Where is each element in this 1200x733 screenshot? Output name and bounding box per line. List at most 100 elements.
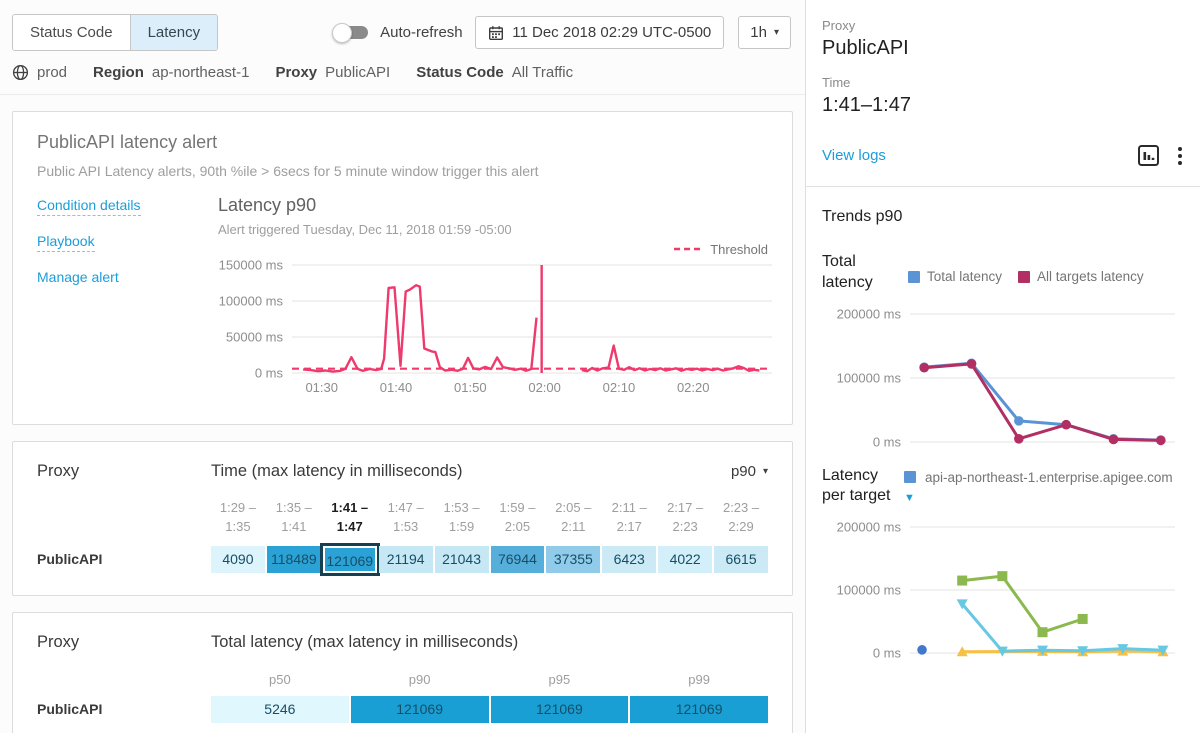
manage-alert-link[interactable]: Manage alert [37, 269, 119, 285]
proxy-label: Proxy [275, 64, 317, 81]
status-value: All Traffic [512, 64, 573, 81]
bar-chart-icon[interactable] [1137, 144, 1160, 167]
percentile-value: p90 [731, 463, 756, 480]
time-latency-cell[interactable]: 4022 [658, 546, 712, 573]
latency-per-target-label: Latency per target [822, 466, 904, 508]
time-latency-cell[interactable]: 37355 [546, 546, 600, 573]
breadcrumb-proxy: Proxy PublicAPI [275, 64, 390, 81]
trend-legend: Total latencyAll targets latency [904, 252, 1184, 294]
percentile-dropdown[interactable]: p90 ▾ [731, 463, 768, 480]
time-latency-cell[interactable]: 6615 [714, 546, 768, 573]
date-range-button[interactable]: 11 Dec 2018 02:29 UTC-0500 [475, 16, 724, 49]
time-latency-cell[interactable]: 118489 [267, 546, 321, 573]
latency-table-cells: 5246121069121069121069 [211, 696, 768, 723]
svg-text:150000 ms: 150000 ms [219, 258, 284, 273]
breadcrumb-env: prod [12, 64, 67, 81]
svg-text:01:30: 01:30 [305, 380, 338, 395]
time-column-header: 2:23 –2:29 [714, 499, 768, 537]
chevron-down-icon: ▾ [763, 467, 768, 477]
latency-table-title: Total latency (max latency in millisecon… [211, 633, 768, 652]
time-latency-cell[interactable]: 21194 [379, 546, 433, 573]
side-proxy-label: Proxy [822, 18, 1184, 33]
side-time-label: Time [822, 75, 1184, 90]
calendar-icon [488, 25, 504, 41]
percentile-latency-cell[interactable]: 121069 [351, 696, 489, 723]
interval-dropdown[interactable]: 1h ▾ [738, 16, 791, 49]
threshold-legend: Threshold [218, 241, 768, 257]
alert-chart-area: Latency p90 Alert triggered Tuesday, Dec… [218, 195, 768, 404]
latency-table-columns: p50p90p95p99 [211, 652, 768, 696]
time-column-header: 1:35 –1:41 [267, 499, 321, 537]
latency-p90-chart: 0 ms 50000 ms 100000 ms 150000 ms 01:30 01:40… [218, 257, 778, 399]
metric-tabgroup: Status Code Latency [12, 14, 218, 51]
time-table-row-label: PublicAPI [37, 551, 211, 567]
time-column-header: 2:11 –2:17 [602, 499, 656, 537]
svg-text:100000 ms: 100000 ms [837, 583, 902, 598]
main-area: Status Code Latency Auto-refresh 11 Dec … [0, 0, 805, 733]
auto-refresh-toggle[interactable] [336, 26, 368, 39]
time-column-header: 1:29 –1:35 [211, 499, 265, 537]
alert-chart-title: Latency p90 [218, 195, 768, 216]
svg-text:02:10: 02:10 [603, 380, 636, 395]
playbook-link[interactable]: Playbook [37, 233, 95, 252]
time-table-card: Proxy Time (max latency in milliseconds)… [12, 441, 793, 596]
tab-latency[interactable]: Latency [130, 15, 218, 50]
topbar: Status Code Latency Auto-refresh 11 Dec … [0, 0, 805, 51]
svg-text:0 ms: 0 ms [255, 366, 284, 381]
svg-text:01:50: 01:50 [454, 380, 487, 395]
globe-icon [12, 64, 29, 81]
svg-text:200000 ms: 200000 ms [837, 520, 902, 535]
total-latency-card: Proxy Total latency (max latency in mill… [12, 612, 793, 733]
time-table-title: Time (max latency in milliseconds) [211, 462, 731, 481]
alert-card: PublicAPI latency alert Public API Laten… [12, 111, 793, 425]
trends-title: Trends p90 [822, 208, 1184, 226]
time-latency-cell[interactable]: 21043 [435, 546, 489, 573]
time-latency-cell[interactable]: 4090 [211, 546, 265, 573]
interval-value: 1h [750, 24, 767, 41]
svg-text:50000 ms: 50000 ms [226, 330, 284, 345]
chevron-down-icon: ▾ [774, 28, 779, 38]
svg-text:100000 ms: 100000 ms [219, 294, 284, 309]
time-latency-cell[interactable]: 121069 [323, 546, 377, 573]
time-table-proxy-header: Proxy [37, 462, 211, 481]
view-logs-link[interactable]: View logs [822, 147, 886, 164]
proxy-value: PublicAPI [325, 64, 390, 81]
auto-refresh-label: Auto-refresh [380, 24, 463, 41]
legend-swatch [908, 271, 920, 283]
condition-details-link[interactable]: Condition details [37, 197, 141, 216]
percentile-latency-cell[interactable]: 121069 [630, 696, 768, 723]
percentile-column-header: p90 [351, 672, 489, 687]
svg-text:01:40: 01:40 [380, 380, 413, 395]
time-latency-cell[interactable]: 76944 [491, 546, 545, 573]
percentile-latency-cell[interactable]: 121069 [491, 696, 629, 723]
target-dropdown-caret[interactable]: ▼ [904, 492, 1173, 504]
percentile-column-header: p95 [491, 672, 629, 687]
kebab-menu-icon[interactable] [1176, 145, 1184, 167]
breadcrumb-region: Region ap-northeast-1 [93, 64, 249, 81]
target-legend-label: api-ap-northeast-1.enterprise.apigee.com [925, 470, 1173, 485]
svg-text:0 ms: 0 ms [873, 434, 902, 449]
target-legend: api-ap-northeast-1.enterprise.apigee.com [904, 466, 1173, 488]
env-value: prod [37, 64, 67, 81]
legend-item: All targets latency [1018, 269, 1144, 284]
svg-text:200000 ms: 200000 ms [837, 306, 902, 321]
tab-status-code[interactable]: Status Code [13, 15, 130, 50]
time-column-header: 1:59 –2:05 [491, 499, 545, 537]
detail-side-panel: Proxy PublicAPI Time 1:41–1:47 View logs… [805, 0, 1200, 733]
alert-card-title: PublicAPI latency alert [37, 132, 768, 153]
svg-text:0 ms: 0 ms [873, 646, 902, 661]
percentile-latency-cell[interactable]: 5246 [211, 696, 349, 723]
breadcrumb-status: Status Code All Traffic [416, 64, 573, 81]
legend-swatch [1018, 271, 1030, 283]
region-value: ap-northeast-1 [152, 64, 250, 81]
threshold-dash-icon [674, 247, 702, 251]
total-latency-trend-chart: 0 ms100000 ms200000 ms [822, 300, 1185, 452]
status-label: Status Code [416, 64, 504, 81]
alert-chart-subtitle: Alert triggered Tuesday, Dec 11, 2018 01… [218, 222, 768, 237]
auto-refresh-control: Auto-refresh [336, 24, 463, 41]
time-latency-cell[interactable]: 6423 [602, 546, 656, 573]
latency-table-row-label: PublicAPI [37, 701, 211, 717]
svg-text:02:20: 02:20 [677, 380, 710, 395]
region-label: Region [93, 64, 144, 81]
side-time-value: 1:41–1:47 [822, 94, 1184, 117]
